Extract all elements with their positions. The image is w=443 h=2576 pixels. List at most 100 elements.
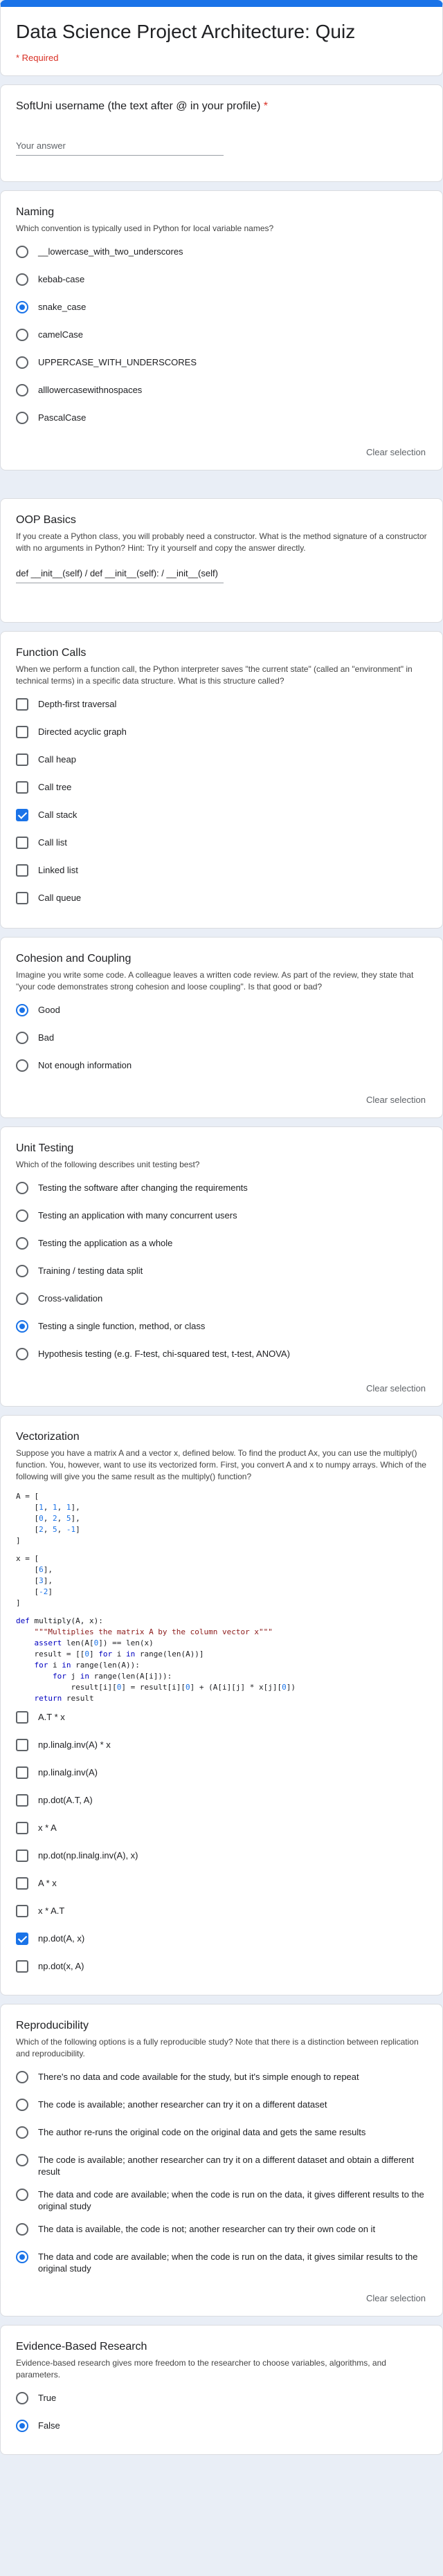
checkbox-option[interactable]: Call stack — [16, 809, 427, 825]
clear-selection-button[interactable]: Clear selection — [366, 447, 426, 457]
option-label: Good — [38, 1005, 60, 1015]
checkbox-checked-icon[interactable] — [16, 809, 28, 821]
checkbox-option[interactable]: np.dot(A, x) — [16, 1933, 427, 1949]
radio-option[interactable]: Testing the application as a whole — [16, 1237, 427, 1254]
checkbox-option[interactable]: Directed acyclic graph — [16, 726, 427, 742]
checkbox-icon[interactable] — [16, 1739, 28, 1751]
radio-option[interactable]: Testing a single function, method, or cl… — [16, 1320, 427, 1337]
radio-icon[interactable] — [16, 329, 28, 341]
radio-icon[interactable] — [16, 2126, 28, 2139]
checkbox-icon[interactable] — [16, 1794, 28, 1807]
radio-option[interactable]: The data and code are available; when th… — [16, 2251, 427, 2274]
checkbox-option[interactable]: Call list — [16, 837, 427, 853]
clear-selection-button[interactable]: Clear selection — [366, 2293, 426, 2303]
radio-icon[interactable] — [16, 384, 28, 396]
radio-icon[interactable] — [16, 1292, 28, 1305]
radio-icon[interactable] — [16, 356, 28, 369]
checkbox-icon[interactable] — [16, 1960, 28, 1973]
checkbox-option[interactable]: A * x — [16, 1877, 427, 1894]
radio-selected-icon[interactable] — [16, 2420, 28, 2432]
radio-selected-icon[interactable] — [16, 2251, 28, 2263]
radio-icon[interactable] — [16, 1209, 28, 1222]
radio-option[interactable]: There's no data and code available for t… — [16, 2071, 427, 2088]
radio-icon[interactable] — [16, 1265, 28, 1277]
radio-icon[interactable] — [16, 1059, 28, 1072]
checkbox-icon[interactable] — [16, 1711, 28, 1724]
radio-option[interactable]: Testing the software after changing the … — [16, 1182, 427, 1198]
radio-selected-icon[interactable] — [16, 1320, 28, 1333]
checkbox-option[interactable]: x * A — [16, 1822, 427, 1838]
oop-answer-input[interactable]: def __init__(self) / def __init__(self):… — [16, 563, 224, 583]
question-description: When we perform a function call, the Pyt… — [16, 664, 413, 686]
radio-icon[interactable] — [16, 1182, 28, 1194]
radio-option[interactable]: kebab-case — [16, 273, 427, 290]
checkbox-option[interactable]: Call tree — [16, 781, 427, 798]
clear-selection-button[interactable]: Clear selection — [366, 1383, 426, 1394]
radio-icon[interactable] — [16, 1032, 28, 1044]
checkbox-option[interactable]: np.linalg.inv(A) — [16, 1766, 427, 1783]
radio-option[interactable]: The data and code are available; when th… — [16, 2189, 427, 2212]
radio-option[interactable]: The author re-runs the original code on … — [16, 2126, 427, 2143]
clear-selection-button[interactable]: Clear selection — [366, 1095, 426, 1105]
checkbox-option[interactable]: Call heap — [16, 753, 427, 770]
checkbox-option[interactable]: np.linalg.inv(A) * x — [16, 1739, 427, 1755]
checkbox-icon[interactable] — [16, 837, 28, 849]
checkbox-option[interactable]: A.T * x — [16, 1711, 427, 1728]
checkbox-icon[interactable] — [16, 753, 28, 766]
radio-option[interactable]: Training / testing data split — [16, 1265, 427, 1281]
checkbox-option[interactable]: x * A.T — [16, 1905, 427, 1921]
radio-icon[interactable] — [16, 246, 28, 258]
radio-selected-icon[interactable] — [16, 1004, 28, 1016]
radio-option[interactable]: Not enough information — [16, 1059, 427, 1076]
radio-option[interactable]: Testing an application with many concurr… — [16, 1209, 427, 1226]
radio-option[interactable]: __lowercase_with_two_underscores — [16, 246, 427, 262]
radio-icon[interactable] — [16, 273, 28, 286]
radio-option[interactable]: UPPERCASE_WITH_UNDERSCORES — [16, 356, 427, 373]
radio-option[interactable]: alllowercasewithnospaces — [16, 384, 427, 401]
question-title: Reproducibility — [16, 2020, 89, 2031]
checkbox-option[interactable]: Linked list — [16, 864, 427, 881]
username-input[interactable]: Your answer — [16, 135, 224, 156]
checkbox-icon[interactable] — [16, 892, 28, 904]
checkbox-icon[interactable] — [16, 1877, 28, 1890]
checkbox-icon[interactable] — [16, 864, 28, 877]
checkbox-option[interactable]: np.dot(np.linalg.inv(A), x) — [16, 1849, 427, 1866]
checkbox-icon[interactable] — [16, 1849, 28, 1862]
checkbox-icon[interactable] — [16, 1766, 28, 1779]
radio-option[interactable]: The data is available, the code is not; … — [16, 2223, 427, 2240]
checkbox-option[interactable]: Call queue — [16, 892, 427, 908]
radio-option[interactable]: camelCase — [16, 329, 427, 345]
radio-option[interactable]: True — [16, 2392, 427, 2409]
radio-selected-icon[interactable] — [16, 301, 28, 313]
radio-option[interactable]: PascalCase — [16, 412, 427, 428]
radio-option[interactable]: The code is available; another researche… — [16, 2154, 427, 2177]
radio-icon[interactable] — [16, 2154, 28, 2166]
radio-option[interactable]: snake_case — [16, 301, 427, 318]
checkbox-option[interactable]: np.dot(A.T, A) — [16, 1794, 427, 1811]
radio-icon[interactable] — [16, 2392, 28, 2404]
radio-icon[interactable] — [16, 2099, 28, 2111]
option-label: x * A.T — [38, 1906, 65, 1916]
radio-icon[interactable] — [16, 2071, 28, 2083]
checkbox-icon[interactable] — [16, 726, 28, 738]
radio-option[interactable]: False — [16, 2420, 427, 2436]
checkbox-option[interactable]: np.dot(x, A) — [16, 1960, 427, 1977]
question-evidence: Evidence-Based Research Evidence-based r… — [0, 2325, 443, 2455]
option-label: Directed acyclic graph — [38, 727, 127, 737]
radio-option[interactable]: Hypothesis testing (e.g. F-test, chi-squ… — [16, 1348, 427, 1364]
checkbox-icon[interactable] — [16, 781, 28, 794]
radio-option[interactable]: Cross-validation — [16, 1292, 427, 1309]
radio-option[interactable]: Good — [16, 1004, 427, 1021]
radio-icon[interactable] — [16, 1348, 28, 1360]
checkbox-icon[interactable] — [16, 1905, 28, 1917]
checkbox-checked-icon[interactable] — [16, 1933, 28, 1945]
checkbox-option[interactable]: Depth-first traversal — [16, 698, 427, 715]
radio-icon[interactable] — [16, 2189, 28, 2201]
radio-option[interactable]: The code is available; another researche… — [16, 2099, 427, 2115]
checkbox-icon[interactable] — [16, 698, 28, 711]
radio-option[interactable]: Bad — [16, 1032, 427, 1048]
radio-icon[interactable] — [16, 2223, 28, 2236]
checkbox-icon[interactable] — [16, 1822, 28, 1834]
radio-icon[interactable] — [16, 412, 28, 424]
radio-icon[interactable] — [16, 1237, 28, 1250]
